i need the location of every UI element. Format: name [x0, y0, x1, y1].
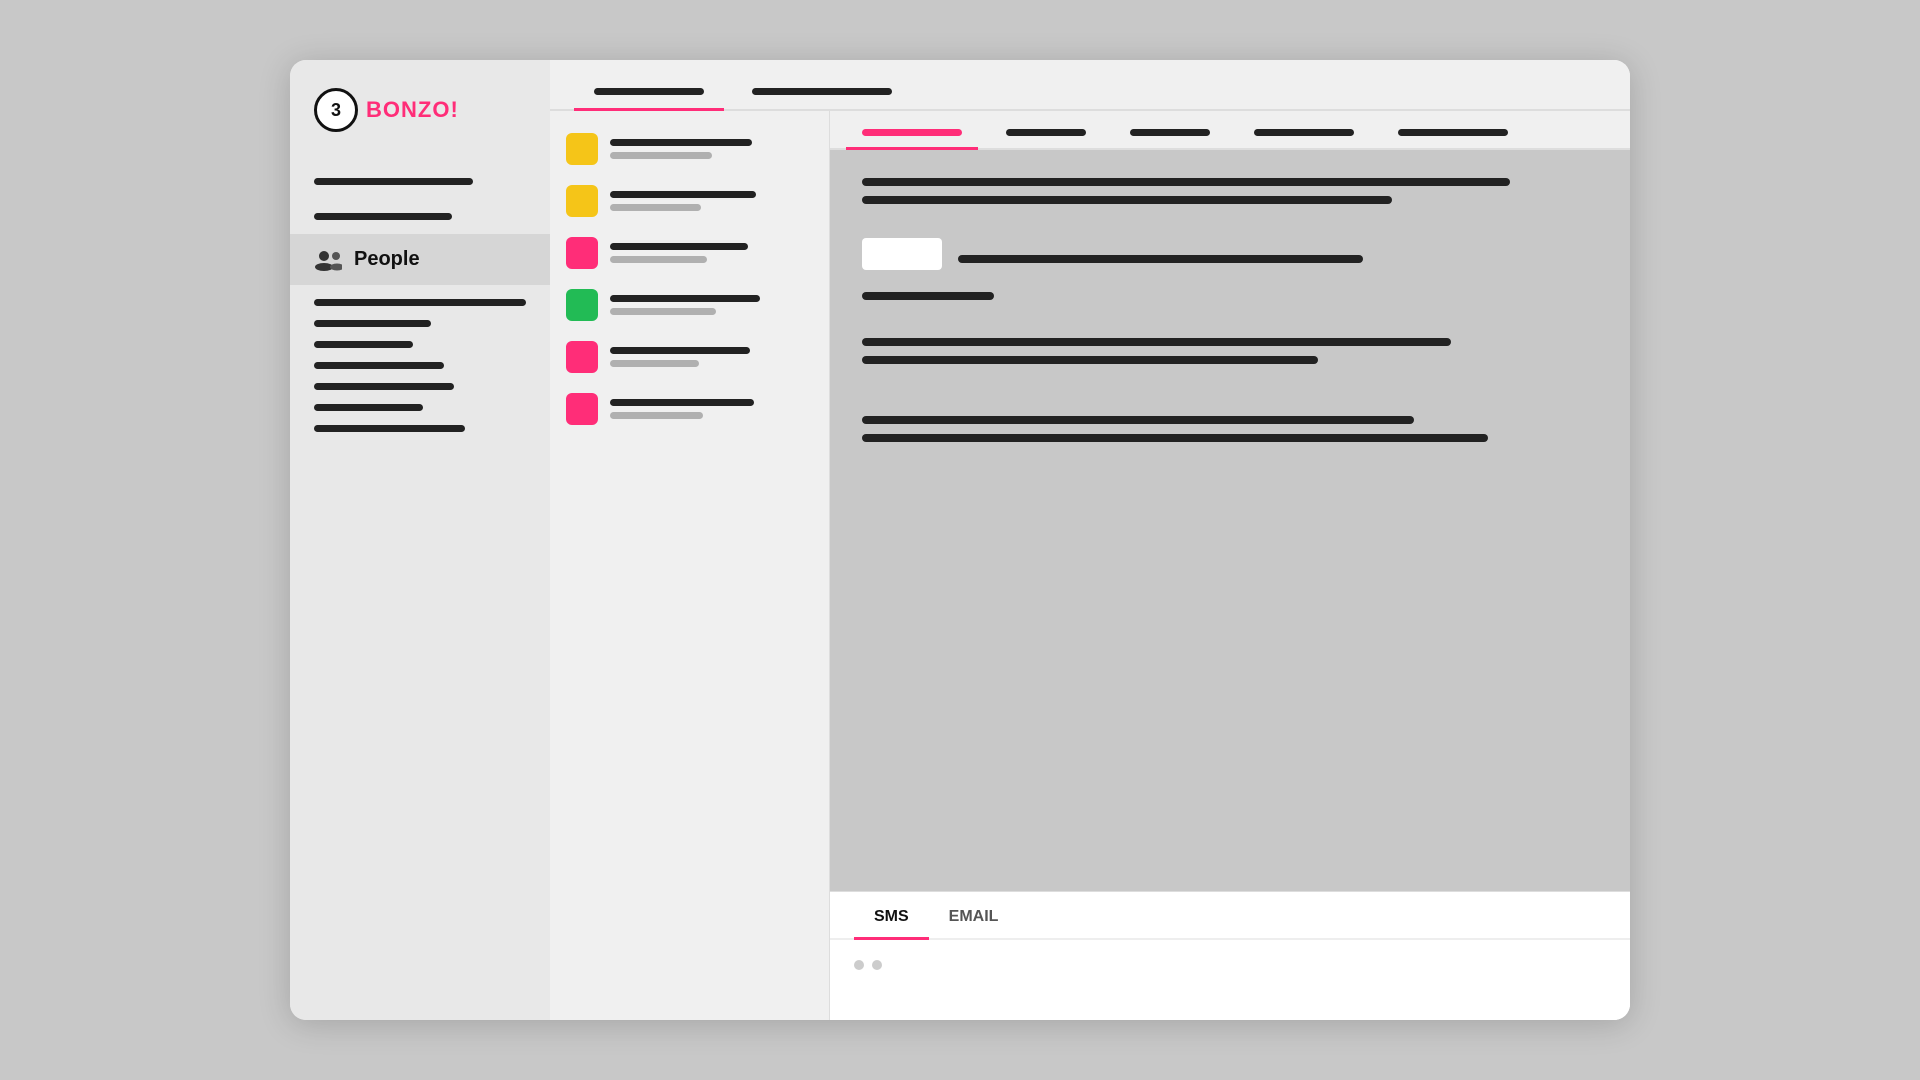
list-item-line2-6 — [610, 412, 703, 419]
detail-tabs — [830, 111, 1630, 150]
nav-bar-6 — [314, 362, 444, 369]
logo-icon: 3 — [314, 88, 358, 132]
people-icon — [314, 249, 342, 271]
list-item-text-5 — [610, 347, 813, 367]
list-item-text-3 — [610, 243, 813, 263]
detail-tab-bar-4 — [1254, 129, 1354, 136]
list-item-color-4 — [566, 289, 598, 321]
right-detail: SMS EMAIL — [830, 111, 1630, 1020]
detail-tab-4[interactable] — [1238, 111, 1370, 148]
nav-bar-1 — [314, 178, 473, 185]
list-item-color-6 — [566, 393, 598, 425]
nav-bar-9 — [314, 425, 465, 432]
detail-line-2 — [862, 196, 1392, 204]
detail-line-1 — [862, 178, 1510, 186]
list-item-line1-2 — [610, 191, 756, 198]
list-item-line1-3 — [610, 243, 748, 250]
sidebar-logo: 3 BONZO! — [290, 60, 550, 156]
list-item-text-4 — [610, 295, 813, 315]
list-item[interactable] — [558, 123, 821, 175]
list-item[interactable] — [558, 383, 821, 435]
list-item-color-5 — [566, 341, 598, 373]
list-item-text-6 — [610, 399, 813, 419]
nav-bar-4 — [314, 320, 431, 327]
detail-tab-bar-2 — [1006, 129, 1086, 136]
list-item-line1-1 — [610, 139, 752, 146]
sidebar-item-2[interactable] — [290, 199, 550, 234]
app-window: 3 BONZO! People — [290, 60, 1630, 1020]
detail-bottom: SMS EMAIL — [830, 891, 1630, 1020]
list-item-line2-3 — [610, 256, 707, 263]
list-item-line1-6 — [610, 399, 754, 406]
detail-tab-1[interactable] — [846, 111, 978, 148]
detail-line-7 — [862, 416, 1414, 424]
sms-email-body — [830, 940, 1630, 1020]
nav-bar-2 — [314, 213, 452, 220]
detail-line-3 — [958, 255, 1363, 263]
detail-line-6 — [862, 356, 1318, 364]
main-content: SMS EMAIL — [550, 60, 1630, 1020]
sidebar-nav: People — [290, 156, 550, 454]
top-tab-2[interactable] — [732, 60, 912, 109]
list-item[interactable] — [558, 279, 821, 331]
detail-body — [830, 150, 1630, 891]
detail-tab-bar-3 — [1130, 129, 1210, 136]
list-item-text-1 — [610, 139, 813, 159]
list-item-color-3 — [566, 237, 598, 269]
list-item[interactable] — [558, 331, 821, 383]
detail-tab-5[interactable] — [1382, 111, 1524, 148]
sidebar-item-1[interactable] — [290, 164, 550, 199]
list-item-text-2 — [610, 191, 813, 211]
sidebar-item-people[interactable]: People — [290, 234, 550, 285]
people-label: People — [354, 248, 420, 271]
detail-tab-bar-5 — [1398, 129, 1508, 136]
sms-email-tabs: SMS EMAIL — [830, 892, 1630, 940]
top-tab-bar-2 — [752, 88, 892, 95]
detail-line-5 — [862, 338, 1451, 346]
list-item[interactable] — [558, 175, 821, 227]
nav-bar-3 — [314, 299, 526, 306]
list-item-color-2 — [566, 185, 598, 217]
sidebar: 3 BONZO! People — [290, 60, 550, 1020]
list-item-line1-4 — [610, 295, 760, 302]
list-item-line2-4 — [610, 308, 716, 315]
list-item-line2-5 — [610, 360, 699, 367]
list-item-line2-2 — [610, 204, 701, 211]
logo-text: BONZO! — [366, 97, 459, 123]
detail-section-2 — [862, 338, 1598, 374]
detail-section-1 — [862, 178, 1598, 214]
detail-input-box[interactable] — [862, 238, 942, 270]
sms-bullet-1 — [854, 960, 864, 970]
nav-bar-8 — [314, 404, 423, 411]
detail-line-8 — [862, 434, 1488, 442]
list-item[interactable] — [558, 227, 821, 279]
detail-tab-bar-1 — [862, 129, 962, 136]
left-list — [550, 111, 830, 1020]
top-tab-bar-1 — [594, 88, 704, 95]
list-item-line2-1 — [610, 152, 712, 159]
nav-bar-7 — [314, 383, 454, 390]
top-tab-1[interactable] — [574, 60, 724, 109]
top-tabs — [550, 60, 1630, 111]
logo-exclaim: ! — [450, 97, 458, 122]
detail-tab-2[interactable] — [990, 111, 1102, 148]
detail-section-3 — [862, 416, 1598, 452]
list-item-line1-5 — [610, 347, 750, 354]
content-area: SMS EMAIL — [550, 111, 1630, 1020]
list-item-color-1 — [566, 133, 598, 165]
tab-sms[interactable]: SMS — [854, 892, 929, 938]
detail-tab-3[interactable] — [1114, 111, 1226, 148]
sms-bullet-2 — [872, 960, 882, 970]
detail-line-4 — [862, 292, 994, 300]
nav-bar-5 — [314, 341, 413, 348]
tab-email[interactable]: EMAIL — [929, 892, 1019, 938]
